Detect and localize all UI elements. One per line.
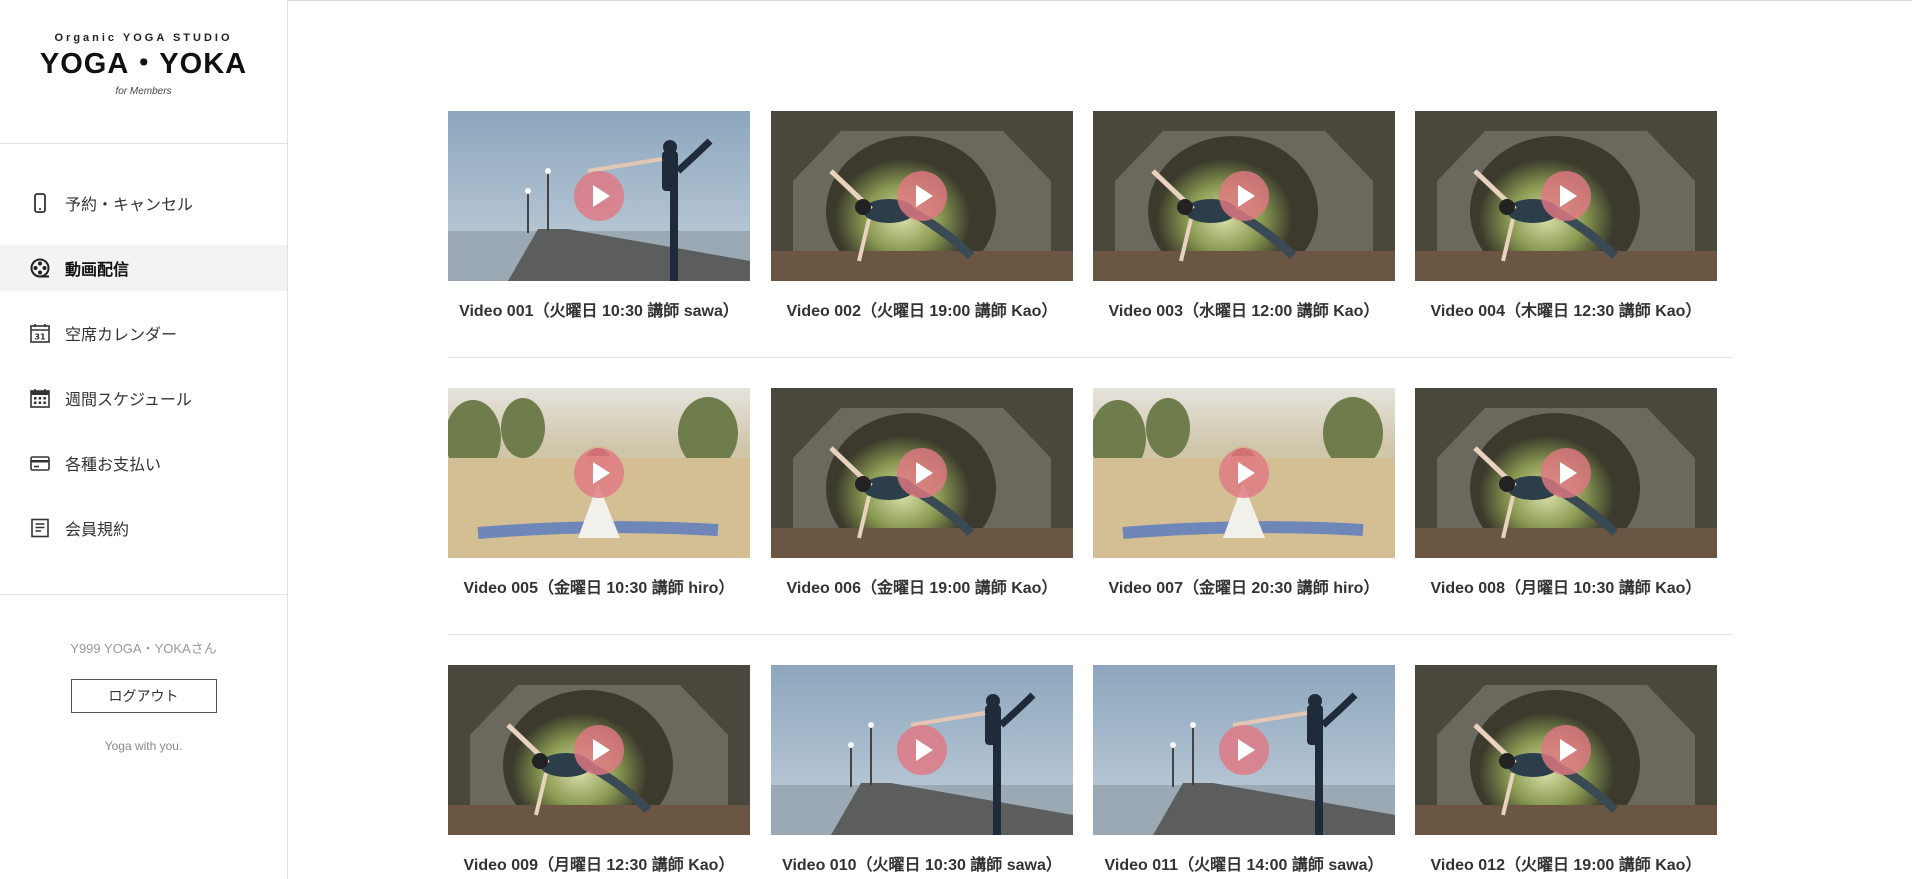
video-card[interactable]: Video 003（水曜日 12:00 講師 Kao）	[1093, 111, 1395, 320]
sidebar-item-label: 予約・キャンセル	[65, 197, 194, 214]
video-thumbnail[interactable]	[1415, 111, 1717, 281]
video-card[interactable]: Video 012（火曜日 19:00 講師 Kao）	[1415, 665, 1717, 874]
play-icon[interactable]	[897, 448, 947, 498]
sidebar-item-label: 各種お支払い	[65, 457, 162, 474]
user-name: Y999 YOGA・YOKAさん	[70, 641, 217, 656]
logo-title: YOGA・YOKA	[39, 48, 248, 80]
play-icon[interactable]	[1219, 725, 1269, 775]
video-thumbnail[interactable]	[448, 111, 750, 281]
play-icon[interactable]	[897, 171, 947, 221]
play-icon[interactable]	[1541, 725, 1591, 775]
sidebar-item-availability-calendar[interactable]: 31 空席カレンダー	[0, 310, 287, 356]
video-thumbnail[interactable]	[1415, 665, 1717, 835]
sidebar-item-weekly-schedule[interactable]: 週間スケジュール	[0, 375, 287, 421]
sidebar: Organic YOGA STUDIO YOGA・YOKA for Member…	[0, 0, 288, 879]
svg-text:31: 31	[34, 333, 46, 342]
calendar-grid-icon	[29, 387, 51, 409]
video-title[interactable]: Video 003（水曜日 12:00 講師 Kao）	[1083, 297, 1405, 321]
video-thumbnail[interactable]	[771, 665, 1073, 835]
logo-tagline: Organic YOGA STUDIO	[54, 32, 233, 44]
document-icon	[29, 517, 51, 539]
sidebar-item-reservation[interactable]: 予約・キャンセル	[0, 180, 287, 226]
sidebar-item-label: 動画配信	[65, 262, 130, 279]
sidebar-item-label: 空席カレンダー	[65, 327, 178, 344]
credit-card-icon	[29, 452, 51, 474]
video-card[interactable]: Video 001（火曜日 10:30 講師 sawa）	[448, 111, 750, 320]
video-thumbnail[interactable]	[1093, 111, 1395, 281]
calendar-31-icon: 31	[29, 322, 51, 344]
video-title[interactable]: Video 007（金曜日 20:30 講師 hiro）	[1083, 574, 1405, 598]
video-title[interactable]: Video 011（火曜日 14:00 講師 sawa）	[1083, 851, 1405, 875]
video-title[interactable]: Video 004（木曜日 12:30 講師 Kao）	[1405, 297, 1727, 321]
video-thumbnail[interactable]	[448, 665, 750, 835]
play-icon[interactable]	[1541, 171, 1591, 221]
video-title[interactable]: Video 005（金曜日 10:30 講師 hiro）	[438, 574, 760, 598]
video-thumbnail[interactable]	[771, 388, 1073, 558]
sidebar-item-terms[interactable]: 会員規約	[0, 505, 287, 551]
play-icon[interactable]	[574, 171, 624, 221]
sidebar-item-videos[interactable]: 動画配信	[0, 245, 287, 291]
sidebar-item-label: 会員規約	[65, 522, 130, 539]
video-thumbnail[interactable]	[1415, 388, 1717, 558]
play-icon[interactable]	[897, 725, 947, 775]
play-icon[interactable]	[1541, 448, 1591, 498]
play-icon[interactable]	[1219, 171, 1269, 221]
video-title[interactable]: Video 001（火曜日 10:30 講師 sawa）	[438, 297, 760, 321]
video-gallery: Video 001（火曜日 10:30 講師 sawa） Video 002（火…	[288, 0, 1912, 879]
video-card[interactable]: Video 008（月曜日 10:30 講師 Kao）	[1415, 388, 1717, 597]
film-reel-icon	[29, 257, 51, 279]
footer-tagline: Yoga with you.	[104, 739, 183, 753]
play-icon[interactable]	[574, 448, 624, 498]
phone-icon	[29, 192, 51, 214]
video-title[interactable]: Video 010（火曜日 10:30 講師 sawa）	[761, 851, 1083, 875]
video-title[interactable]: Video 006（金曜日 19:00 講師 Kao）	[761, 574, 1083, 598]
row-divider	[448, 634, 1733, 635]
video-thumbnail[interactable]	[448, 388, 750, 558]
video-thumbnail[interactable]	[1093, 388, 1395, 558]
video-card[interactable]: Video 005（金曜日 10:30 講師 hiro）	[448, 388, 750, 597]
video-card[interactable]: Video 007（金曜日 20:30 講師 hiro）	[1093, 388, 1395, 597]
video-title[interactable]: Video 009（月曜日 12:30 講師 Kao）	[438, 851, 760, 875]
video-card[interactable]: Video 002（火曜日 19:00 講師 Kao）	[771, 111, 1073, 320]
sidebar-item-payments[interactable]: 各種お支払い	[0, 440, 287, 486]
video-title[interactable]: Video 008（月曜日 10:30 講師 Kao）	[1405, 574, 1727, 598]
sidebar-divider	[0, 143, 287, 144]
video-card[interactable]: Video 004（木曜日 12:30 講師 Kao）	[1415, 111, 1717, 320]
play-icon[interactable]	[1219, 448, 1269, 498]
sidebar-nav: 予約・キャンセル 動画配信 31 空席カレンダー 週間スケジュール 各種お支払い	[0, 180, 287, 570]
logo-subtitle: for Members	[115, 86, 172, 97]
row-divider	[448, 357, 1733, 358]
video-thumbnail[interactable]	[771, 111, 1073, 281]
play-icon[interactable]	[574, 725, 624, 775]
video-card[interactable]: Video 011（火曜日 14:00 講師 sawa）	[1093, 665, 1395, 874]
video-title[interactable]: Video 002（火曜日 19:00 講師 Kao）	[761, 297, 1083, 321]
video-title[interactable]: Video 012（火曜日 19:00 講師 Kao）	[1405, 851, 1727, 875]
studio-logo[interactable]: Organic YOGA STUDIO YOGA・YOKA for Member…	[0, 32, 287, 97]
video-card[interactable]: Video 010（火曜日 10:30 講師 sawa）	[771, 665, 1073, 874]
user-panel: Y999 YOGA・YOKAさん ログアウト Yoga with you.	[0, 638, 287, 753]
sidebar-divider	[0, 594, 287, 595]
video-card[interactable]: Video 009（月曜日 12:30 講師 Kao）	[448, 665, 750, 874]
video-thumbnail[interactable]	[1093, 665, 1395, 835]
sidebar-item-label: 週間スケジュール	[65, 392, 192, 409]
video-card[interactable]: Video 006（金曜日 19:00 講師 Kao）	[771, 388, 1073, 597]
logout-button[interactable]: ログアウト	[70, 679, 217, 713]
